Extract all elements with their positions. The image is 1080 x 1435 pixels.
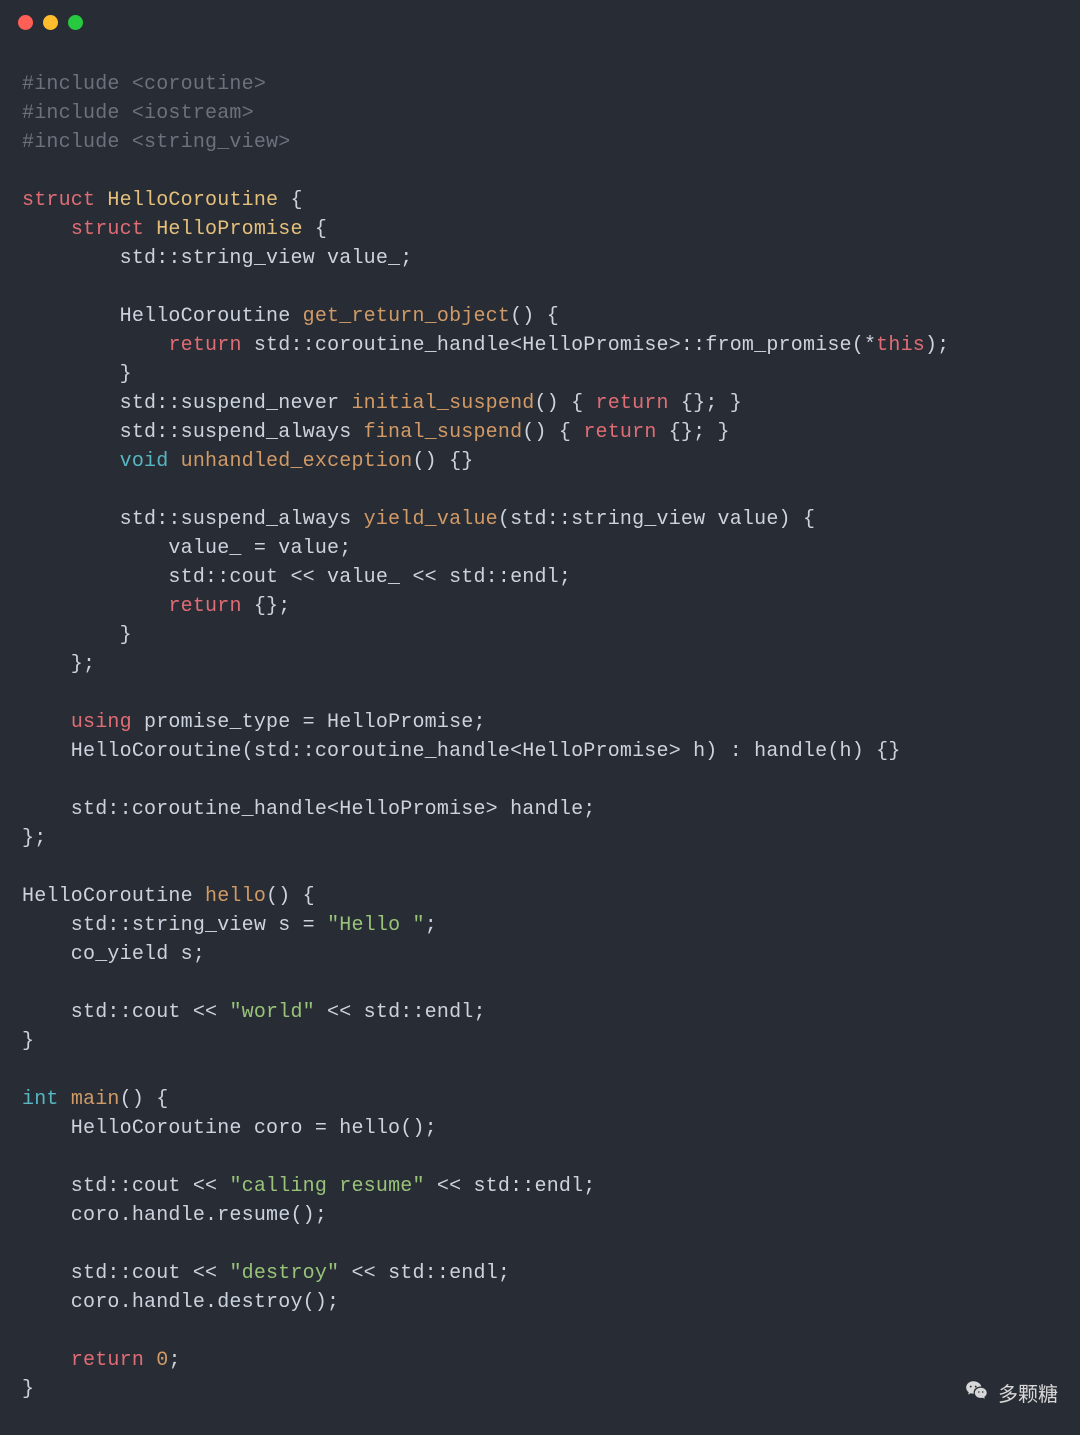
keyword-struct: struct <box>22 189 95 212</box>
code-text: std::string_view s = <box>22 914 327 937</box>
string-literal: "world" <box>229 1001 314 1024</box>
code-text <box>22 1349 71 1372</box>
code-line: }; <box>22 653 95 676</box>
keyword-return: return <box>168 595 241 618</box>
code-text: {}; <box>242 595 291 618</box>
code-line: #include <coroutine> <box>22 73 266 96</box>
code-text: ; <box>425 914 437 937</box>
string-literal: "destroy" <box>229 1262 339 1285</box>
code-text <box>22 711 71 734</box>
code-text: << std::endl; <box>425 1175 596 1198</box>
keyword-return: return <box>168 334 241 357</box>
function-name: unhandled_exception <box>181 450 413 473</box>
code-text: ; <box>168 1349 180 1372</box>
code-text: () { <box>120 1088 169 1111</box>
minimize-icon[interactable] <box>43 15 58 30</box>
code-line: } <box>22 624 132 647</box>
code-line: } <box>22 363 132 386</box>
code-text: { <box>278 189 302 212</box>
code-line: coro.handle.destroy(); <box>22 1291 339 1314</box>
code-text: HelloCoroutine <box>22 885 205 908</box>
function-name: main <box>71 1088 120 1111</box>
code-line: HelloCoroutine(std::coroutine_handle<Hel… <box>22 740 901 763</box>
function-name: get_return_object <box>303 305 510 328</box>
zoom-icon[interactable] <box>68 15 83 30</box>
keyword-return: return <box>596 392 669 415</box>
code-text <box>22 334 168 357</box>
code-text: std::suspend_always <box>22 508 364 531</box>
code-text: { <box>303 218 327 241</box>
function-name: hello <box>205 885 266 908</box>
window-titlebar <box>0 0 1080 44</box>
code-text <box>59 1088 71 1111</box>
code-line: #include <iostream> <box>22 102 254 125</box>
code-text: std::cout << <box>22 1262 229 1285</box>
code-block: #include <coroutine> #include <iostream>… <box>0 44 1080 1426</box>
watermark-text: 多颗糖 <box>998 1381 1058 1410</box>
function-name: yield_value <box>364 508 498 531</box>
keyword-return: return <box>71 1349 144 1372</box>
code-text: () { <box>534 392 595 415</box>
code-text: {}; } <box>669 392 742 415</box>
code-text <box>22 218 71 241</box>
code-text <box>22 450 120 473</box>
code-text: HelloCoroutine <box>22 305 303 328</box>
code-text: << std::endl; <box>339 1262 510 1285</box>
keyword-struct: struct <box>71 218 144 241</box>
close-icon[interactable] <box>18 15 33 30</box>
keyword-this: this <box>876 334 925 357</box>
code-text: std::cout << <box>22 1175 229 1198</box>
string-literal: "Hello " <box>327 914 425 937</box>
code-text <box>168 450 180 473</box>
code-text: () { <box>522 421 583 444</box>
code-text: () { <box>510 305 559 328</box>
watermark: 多颗糖 <box>964 1378 1058 1413</box>
code-line: co_yield s; <box>22 943 205 966</box>
type-name: HelloPromise <box>144 218 303 241</box>
code-text <box>144 1349 156 1372</box>
wechat-icon <box>964 1378 990 1413</box>
keyword-return: return <box>583 421 656 444</box>
keyword-using: using <box>71 711 132 734</box>
keyword-int: int <box>22 1088 59 1111</box>
code-line: } <box>22 1030 34 1053</box>
code-line: std::string_view value_; <box>22 247 412 270</box>
keyword-void: void <box>120 450 169 473</box>
code-line: std::coroutine_handle<HelloPromise> hand… <box>22 798 596 821</box>
type-name: HelloCoroutine <box>95 189 278 212</box>
code-line: value_ = value; <box>22 537 351 560</box>
code-line: #include <string_view> <box>22 131 290 154</box>
code-text: () { <box>266 885 315 908</box>
code-line: }; <box>22 827 46 850</box>
code-text: () {} <box>412 450 473 473</box>
code-text: std::cout << <box>22 1001 229 1024</box>
number-literal: 0 <box>156 1349 168 1372</box>
code-text: {}; } <box>657 421 730 444</box>
string-literal: "calling resume" <box>229 1175 424 1198</box>
code-line: std::cout << value_ << std::endl; <box>22 566 571 589</box>
code-text: promise_type = HelloPromise; <box>132 711 486 734</box>
code-text: std::coroutine_handle<HelloPromise>::fro… <box>242 334 877 357</box>
code-text: std::suspend_always <box>22 421 364 444</box>
function-name: final_suspend <box>364 421 523 444</box>
code-text: << std::endl; <box>315 1001 486 1024</box>
code-line: coro.handle.resume(); <box>22 1204 327 1227</box>
function-name: initial_suspend <box>351 392 534 415</box>
code-text: (std::string_view value) { <box>498 508 815 531</box>
code-text <box>22 595 168 618</box>
code-line: HelloCoroutine coro = hello(); <box>22 1117 437 1140</box>
code-line: } <box>22 1378 34 1401</box>
code-text: std::suspend_never <box>22 392 351 415</box>
code-text: ); <box>925 334 949 357</box>
